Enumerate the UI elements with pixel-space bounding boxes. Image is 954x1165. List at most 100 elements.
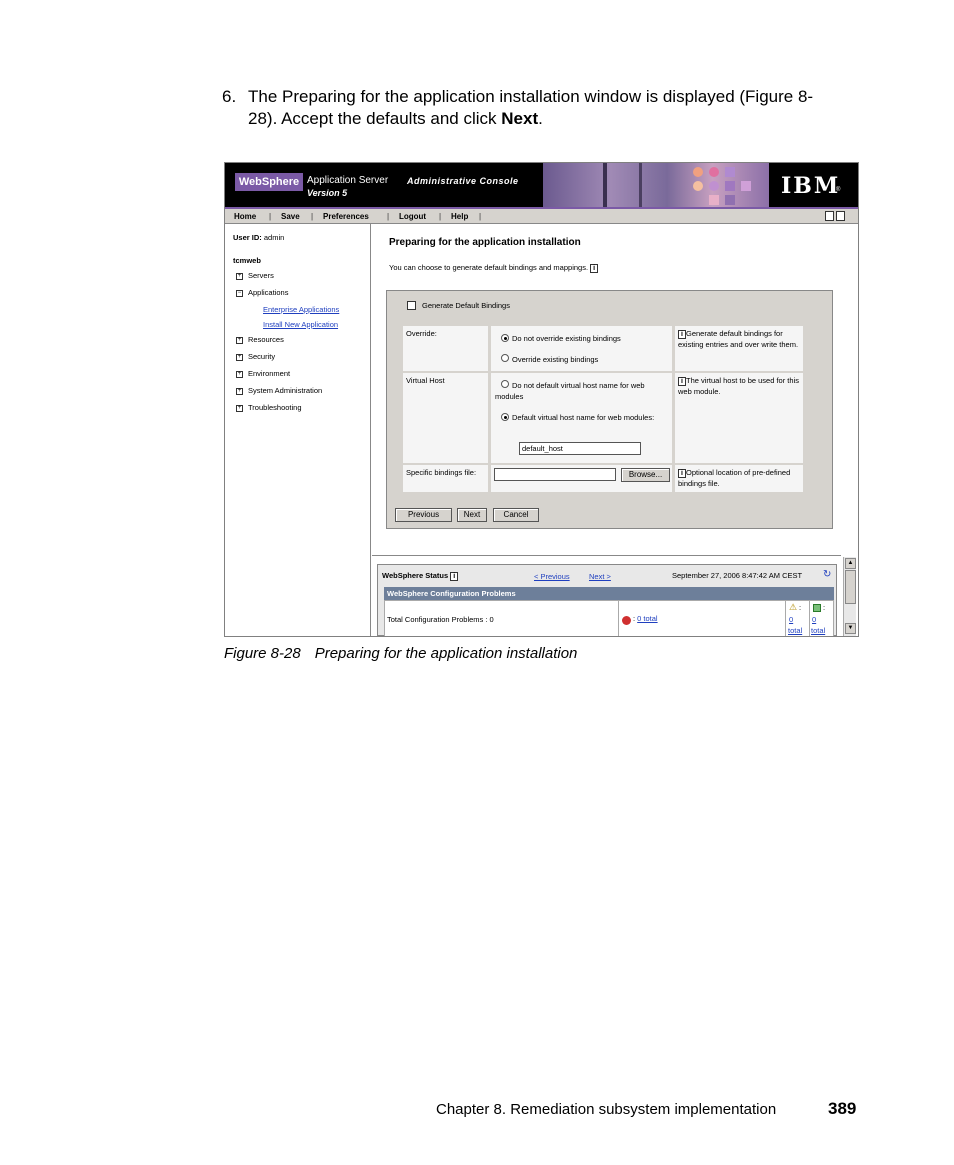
figure-title: Preparing for the application installati… (314, 645, 578, 662)
page-icon[interactable] (836, 211, 845, 221)
generate-default-bindings-checkbox[interactable] (407, 301, 416, 310)
top-nav: Home | Save | Preferences | Logout | Hel… (225, 207, 858, 224)
nav-save[interactable]: Save (281, 212, 300, 221)
error-count-link[interactable]: 0 total (637, 614, 657, 623)
warning-count-word[interactable]: total (788, 625, 802, 636)
sidebar-item-applications[interactable]: Applications (248, 288, 288, 297)
bindings-file-input[interactable] (494, 468, 616, 481)
status-label: WebSphere Status i (382, 570, 459, 581)
expand-icon[interactable]: + (236, 337, 243, 344)
page-title: Preparing for the application installati… (389, 237, 581, 248)
scroll-up-icon[interactable]: ▲ (845, 558, 856, 569)
expand-icon[interactable]: + (236, 354, 243, 361)
browse-button[interactable]: Browse... (621, 468, 670, 482)
scroll-down-icon[interactable]: ▼ (845, 623, 856, 634)
override-option-keep: Do not override existing bindings (512, 334, 621, 343)
websphere-logo: WebSphere (235, 173, 303, 191)
sidebar-item-resources[interactable]: Resources (248, 335, 284, 344)
expand-icon[interactable]: + (236, 405, 243, 412)
user-id-label: User ID: (233, 233, 262, 242)
product-name: Application Server (307, 175, 389, 186)
sidebar-item-system-administration[interactable]: System Administration (248, 386, 322, 395)
info-count-number[interactable]: 0 (812, 614, 816, 625)
error-count: : 0 total (633, 614, 658, 623)
info-icon[interactable]: i (450, 571, 459, 581)
status-label-text: WebSphere Status (382, 571, 449, 580)
previous-button[interactable]: Previous (395, 508, 452, 522)
status-previous-link[interactable]: < Previous (534, 571, 570, 582)
print-icon[interactable] (825, 211, 834, 221)
override-label: Override: (406, 329, 437, 338)
override-option-override: Override existing bindings (512, 355, 599, 364)
sidebar-link-install-new-application[interactable]: Install New Application (263, 320, 338, 329)
scrollbar-thumb[interactable] (845, 570, 856, 604)
override-radio-override[interactable] (501, 354, 509, 362)
step-text: The Preparing for the application instal… (248, 86, 822, 130)
override-help-text: Generate default bindings for existing e… (678, 329, 799, 349)
status-header: WebSphere Status i < Previous Next > Sep… (378, 565, 836, 585)
page-number: 389 (828, 1099, 857, 1118)
nav-separator: | (387, 212, 390, 221)
step-paragraph: 6. The Preparing for the application ins… (222, 86, 822, 130)
generate-default-bindings-label: Generate Default Bindings (422, 301, 510, 310)
sidebar-item-troubleshooting[interactable]: Troubleshooting (248, 403, 302, 412)
sidebar-item-security[interactable]: Security (248, 352, 275, 361)
nav-preferences[interactable]: Preferences (323, 212, 369, 221)
override-radio-keep[interactable] (501, 334, 509, 342)
node-name: tcmweb (233, 256, 261, 265)
config-problems-total: Total Configuration Problems : 0 (387, 615, 494, 624)
sidebar-link-enterprise-applications[interactable]: Enterprise Applications (263, 305, 339, 314)
nav-logout[interactable]: Logout (399, 212, 426, 221)
step-text-end: . (538, 109, 543, 128)
nav-home[interactable]: Home (234, 212, 256, 221)
expand-icon[interactable]: + (236, 388, 243, 395)
sidebar-item-environment[interactable]: Environment (248, 369, 290, 378)
console-banner: WebSphere Application Server Version 5 A… (225, 163, 858, 207)
override-help: i Generate default bindings for existing … (678, 328, 803, 350)
page-subtitle: You can choose to generate default bindi… (389, 263, 599, 273)
virtual-host-input[interactable]: default_host (519, 442, 641, 455)
info-icon[interactable]: i (678, 329, 686, 339)
product-version: Version 5 (307, 188, 348, 198)
page-subtitle-text: You can choose to generate default bindi… (389, 263, 589, 272)
chapter-footer: Chapter 8. Remediation subsystem impleme… (436, 1101, 777, 1118)
config-problems-row: Total Configuration Problems : 0 : 0 tot… (384, 600, 834, 636)
nav-separator: | (479, 212, 482, 221)
step-text-bold: Next (501, 109, 539, 128)
vertical-scrollbar[interactable]: ▲ ▼ (843, 557, 856, 636)
sidebar-item-servers[interactable]: Servers (248, 271, 274, 280)
virtual-host-help: i The virtual host to be used for this we… (678, 375, 803, 397)
virtual-host-label: Virtual Host (406, 376, 445, 385)
warning-count-number[interactable]: 0 (789, 614, 793, 625)
expand-icon[interactable]: + (236, 371, 243, 378)
column-divider (618, 601, 619, 636)
info-count-word[interactable]: total (811, 625, 825, 636)
figure-caption: Figure 8-28 Preparing for the application… (224, 645, 577, 662)
vhost-option-no-default: Do not default virtual host name for web… (495, 381, 645, 401)
info-icon[interactable]: i (678, 376, 686, 386)
banner-image (543, 163, 769, 207)
nav-separator: | (439, 212, 442, 221)
nav-separator: | (311, 212, 314, 221)
vhost-option-default: Default virtual host name for web module… (512, 413, 655, 422)
sidebar: User ID: admin tcmweb + Servers − Applic… (225, 224, 371, 636)
frame-divider (372, 555, 841, 556)
collapse-icon[interactable]: − (236, 290, 243, 297)
expand-icon[interactable]: + (236, 273, 243, 280)
info-colon: : (823, 603, 826, 612)
error-icon (622, 616, 631, 625)
column-divider (785, 601, 786, 636)
nav-help[interactable]: Help (451, 212, 468, 221)
user-id-value: admin (263, 233, 285, 242)
cancel-button[interactable]: Cancel (493, 508, 539, 522)
refresh-icon[interactable]: ↻ (823, 569, 831, 580)
next-button[interactable]: Next (457, 508, 487, 522)
info-icon[interactable]: i (590, 263, 599, 273)
status-next-link[interactable]: Next > (589, 571, 611, 582)
info-icon[interactable]: i (678, 468, 686, 478)
warning-icon: ⚠ (789, 602, 798, 612)
info-status-icon (813, 604, 821, 612)
figure-number: Figure 8-28 (224, 645, 301, 662)
config-problems-bar: WebSphere Configuration Problems (384, 587, 834, 600)
installation-options-panel: Generate Default Bindings Override: Do n… (386, 290, 833, 529)
